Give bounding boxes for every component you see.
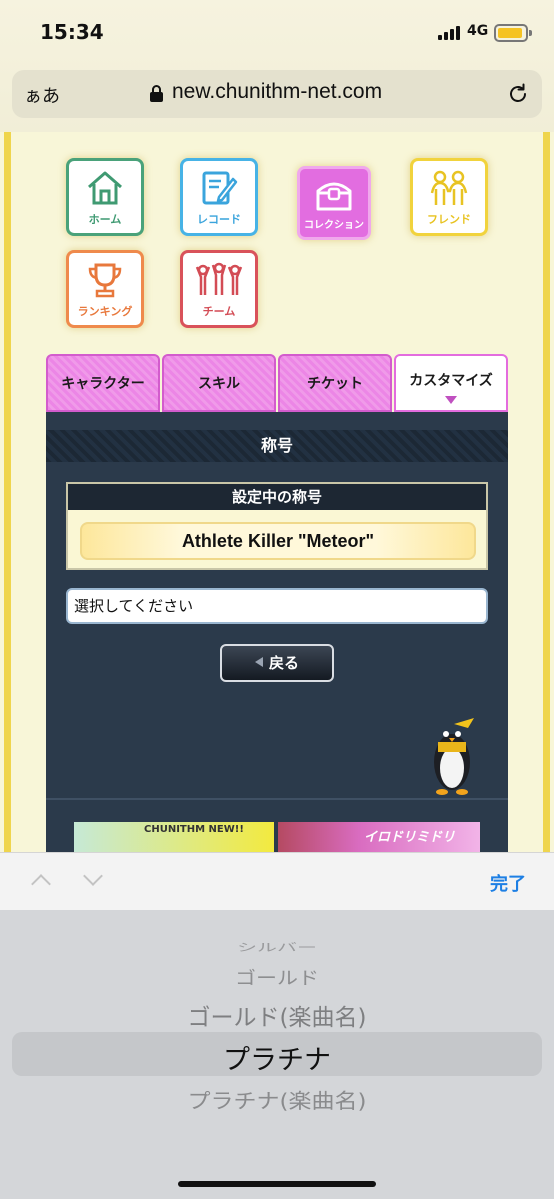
trophy-icon (88, 263, 122, 298)
picker-option[interactable]: ゴールド (0, 964, 554, 990)
penguin-mascot-icon (434, 718, 474, 795)
nav-home-button[interactable]: ホーム (66, 158, 144, 236)
picker-option[interactable]: ゴールド(楽曲名) (0, 998, 554, 1032)
keyboard-accessory-bar: 完了 (0, 852, 554, 910)
current-title-plate: Athlete Killer "Meteor" (80, 522, 476, 560)
address-bar[interactable]: ぁあ new.chunithm-net.com (12, 70, 542, 118)
tab-customize-label: カスタマイズ (409, 373, 493, 389)
previous-field-chevron-up-icon[interactable] (31, 874, 51, 894)
banner2-text: イロドリミドリ (364, 830, 456, 845)
tab-skill[interactable]: スキル (162, 354, 276, 412)
friends-icon (430, 170, 468, 205)
nav-friend-button[interactable]: フレンド (410, 158, 488, 236)
title-settings-panel: 称号 設定中の称号 Athlete Killer "Meteor" 選択してくだ… (46, 412, 508, 852)
tab-character[interactable]: キャラクター (46, 354, 160, 412)
selected-tab-arrow-icon (445, 396, 457, 404)
picker-option[interactable]: プラチナ(楽曲名) (0, 1084, 554, 1115)
nav-record-button[interactable]: レコード (180, 158, 258, 236)
signal-icon (438, 26, 462, 40)
banner-chunithm-new[interactable]: CHUNITHM NEW!! (74, 822, 274, 852)
banner1-text: CHUNITHM NEW!! (144, 824, 244, 835)
house-icon (88, 171, 122, 205)
browser-chrome: 15:34 4G ぁあ new.chunithm-net.com (0, 0, 554, 132)
picker-option-selected[interactable]: プラチナ (0, 1038, 554, 1077)
reload-icon[interactable] (506, 82, 530, 106)
record-pencil-icon (202, 171, 238, 205)
panel-header: 称号 (46, 430, 508, 462)
battery-icon (494, 24, 532, 42)
option-picker[interactable]: シルバー ゴールド ゴールド(楽曲名) プラチナ プラチナ(楽曲名) (0, 910, 554, 1199)
url-text[interactable]: new.chunithm-net.com (172, 80, 382, 104)
panel-divider (46, 798, 508, 800)
treasure-chest-icon (316, 182, 352, 211)
current-title-box: 設定中の称号 Athlete Killer "Meteor" (66, 482, 488, 570)
nav-record-label: レコード (197, 213, 241, 226)
reader-aa-button[interactable]: ぁあ (24, 82, 60, 108)
picker-option[interactable]: シルバー (0, 939, 554, 955)
nav-collection-button[interactable]: コレクション (297, 166, 371, 240)
nav-collection-label: コレクション (304, 220, 364, 231)
tab-customize[interactable]: カスタマイズ (394, 354, 508, 412)
network-label: 4G (467, 23, 489, 39)
back-button-label: 戻る (268, 654, 299, 672)
tab-bar: キャラクター スキル チケット カスタマイズ (46, 354, 508, 412)
back-button[interactable]: 戻る (220, 644, 334, 682)
next-field-chevron-down-icon[interactable] (83, 866, 103, 886)
team-icon (195, 262, 243, 295)
web-page: ホーム レコード コレクション フレンド ランキング チーム キャラクター スキ… (0, 132, 554, 852)
status-time: 15:34 (40, 20, 104, 44)
nav-ranking-button[interactable]: ランキング (66, 250, 144, 328)
title-select[interactable]: 選択してください (66, 588, 488, 624)
nav-ranking-label: ランキング (77, 305, 133, 318)
back-arrow-icon (254, 657, 263, 667)
nav-team-label: チーム (202, 305, 236, 318)
lock-icon (150, 85, 163, 102)
done-button[interactable]: 完了 (490, 870, 526, 896)
nav-home-label: ホーム (88, 213, 122, 226)
nav-team-button[interactable]: チーム (180, 250, 258, 328)
home-indicator[interactable] (178, 1181, 376, 1187)
nav-friend-label: フレンド (427, 213, 471, 226)
current-title-heading: 設定中の称号 (68, 484, 486, 510)
tab-ticket[interactable]: チケット (278, 354, 392, 412)
banner-irodorimidori[interactable]: イロドリミドリ (278, 822, 480, 852)
